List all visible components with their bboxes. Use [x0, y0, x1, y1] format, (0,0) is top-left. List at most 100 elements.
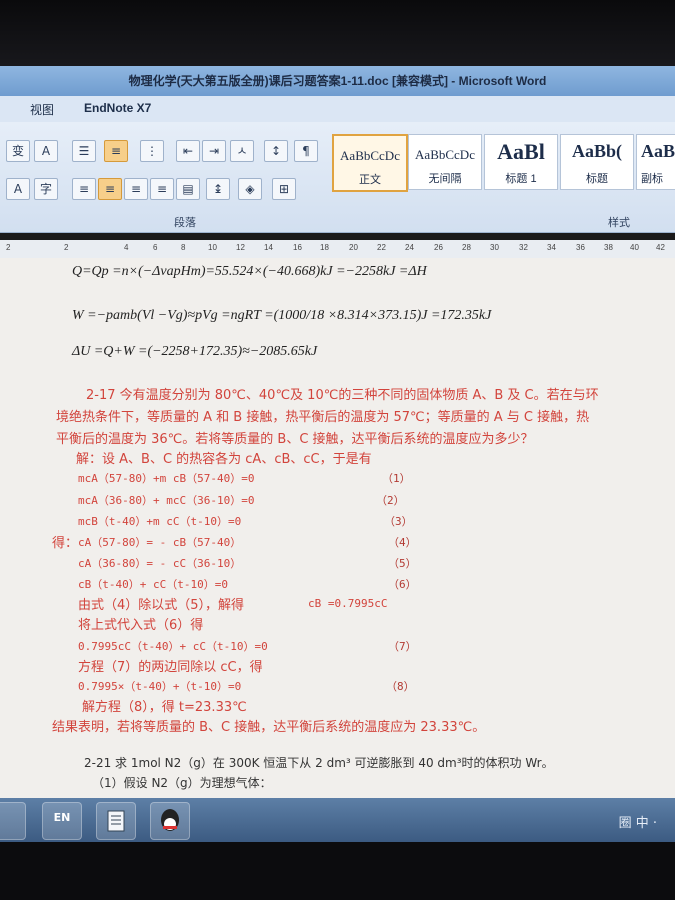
style-normal[interactable]: AaBbCcDc 正文: [332, 134, 408, 192]
styles-group-label: 样式: [608, 217, 630, 229]
ribbon: 变 A A 字 ☰ ≡ ⋮ ⇤ ⇥ ㅅ ↕ ¶ ≡ ≡ ≡ ≡ ▤ ↨ ◈ ⊞ …: [0, 122, 675, 233]
ruler-tick: 42: [656, 243, 665, 252]
distribute-icon[interactable]: ▤: [176, 178, 200, 200]
style-sample: AaBl: [497, 139, 545, 164]
ruler-tick: 4: [124, 243, 129, 252]
word-icon[interactable]: [96, 802, 136, 840]
line-spacing-icon[interactable]: ↨: [206, 178, 230, 200]
enclose-char-button[interactable]: 字: [34, 178, 58, 200]
step-divide: 由式（4）除以式（5），解得: [78, 598, 245, 613]
equation-heat: Q=Qp =n×(−ΔvapHm)=55.524×(−40.668)kJ =−2…: [72, 264, 427, 279]
style-heading-1[interactable]: AaBl 标题 1: [484, 134, 558, 190]
increase-indent-icon[interactable]: ⇥: [202, 140, 226, 162]
ruler-tick: 22: [377, 243, 386, 252]
change-case-button[interactable]: 变: [6, 140, 30, 162]
menu-view[interactable]: 视图: [30, 101, 54, 118]
align-center-icon[interactable]: ≡: [98, 178, 122, 200]
ruler-tick: 24: [405, 243, 414, 252]
monitor-bezel-top: [0, 0, 675, 66]
problem-2-17-line-1: 2-17 今有温度分别为 80℃、40℃及 10℃的三种不同的固体物质 A、B …: [86, 388, 599, 403]
style-name: 标题: [586, 173, 608, 185]
equation-number: （8）: [386, 680, 415, 693]
decrease-indent-icon[interactable]: ⇤: [176, 140, 200, 162]
equation-number: （7）: [388, 640, 417, 653]
ruler-tick: 12: [236, 243, 245, 252]
screen: 物理化学(天大第五版全册)课后习题答案1-11.doc [兼容模式] - Mic…: [0, 0, 675, 860]
char-border-button[interactable]: A: [34, 140, 58, 162]
qq-icon[interactable]: [150, 802, 190, 840]
ruler-tick: 30: [490, 243, 499, 252]
ruler-tick: 8: [181, 243, 186, 252]
sort-icon[interactable]: ↕: [264, 140, 288, 162]
style-name: 正文: [359, 174, 381, 186]
ruler-tick: 38: [604, 243, 613, 252]
chinese-layout-icon[interactable]: ㅅ: [230, 140, 254, 162]
align-left-icon[interactable]: ≡: [72, 178, 96, 200]
system-tray[interactable]: 圈 中 ·: [619, 812, 657, 831]
style-name: 副标: [641, 173, 663, 185]
style-name: 无间隔: [428, 173, 462, 185]
justify-icon[interactable]: ≡: [150, 178, 174, 200]
equation-line: cA（36-80）= - cC（36-10）: [78, 557, 242, 570]
char-shading-button[interactable]: A: [6, 178, 30, 200]
solution-intro: 解：设 A、B、C 的热容各为 cA、cB、cC，于是有: [76, 452, 372, 467]
equation-line: cA（57-80）= - cB（57-40）: [78, 536, 242, 549]
step-substitute: 将上式代入式（6）得: [78, 618, 204, 633]
equation-number: （1）: [382, 472, 411, 485]
equation-7: 0.7995cC（t-40）+ cC（t-10）=0: [78, 640, 268, 653]
equation-number: （3）: [384, 515, 413, 528]
problem-2-17-line-2: 境绝热条件下，等质量的 A 和 B 接触，热平衡后的温度为 57℃；等质量的 A…: [56, 410, 590, 425]
style-sample: AaBbCcDc: [415, 147, 475, 162]
ruler-tick: 28: [462, 243, 471, 252]
style-title[interactable]: AaBb( 标题: [560, 134, 634, 190]
style-sample: AaBb(: [571, 141, 622, 161]
ruler-tick: 16: [293, 243, 302, 252]
ruler-tick: 40: [630, 243, 639, 252]
equation-internal-energy: ΔU =Q+W =(−2258+172.35)≈−2085.65kJ: [72, 344, 318, 359]
ruler-tick: 14: [264, 243, 273, 252]
bullets-icon[interactable]: ☰: [72, 140, 96, 162]
problem-2-21-sub: （1）假设 N2（g）为理想气体：: [92, 776, 272, 790]
style-name: 标题 1: [505, 173, 537, 185]
menu-endnote[interactable]: EndNote X7: [84, 101, 151, 115]
equation-line: mcA（57-80）+m cB（57-40）=0: [78, 472, 255, 485]
ruler-tick: 2: [6, 243, 11, 252]
equation-8: 0.7995×（t-40）+（t-10）=0: [78, 680, 242, 693]
equation-number: （5）: [388, 557, 417, 570]
paragraph-group-label: 段落: [174, 217, 196, 229]
ruler-tick: 26: [434, 243, 443, 252]
menu-bar: 视图 EndNote X7: [0, 96, 675, 122]
equation-line: mcB（t-40）+m cC（t-10）=0: [78, 515, 242, 528]
style-no-spacing[interactable]: AaBbCcDc 无间隔: [408, 134, 482, 190]
problem-2-17-line-3: 平衡后的温度为 36℃。若将等质量的 B、C 接触，达平衡后系统的温度应为多少？: [56, 432, 534, 447]
ruler-tick: 20: [349, 243, 358, 252]
shading-icon[interactable]: ◈: [238, 178, 262, 200]
ruler-tick: 6: [153, 243, 158, 252]
align-right-icon[interactable]: ≡: [124, 178, 148, 200]
style-sample: AaBbCcDc: [340, 148, 400, 163]
step-divide-result: cB =0.7995cC: [308, 597, 388, 610]
style-sample: AaB: [641, 141, 675, 161]
numbering-icon[interactable]: ≡: [104, 140, 128, 162]
problem-2-21: 2-21 求 1mol N2（g）在 300K 恒温下从 2 dm³ 可逆膨胀到…: [84, 756, 554, 770]
borders-icon[interactable]: ⊞: [272, 178, 296, 200]
start-button[interactable]: [0, 802, 26, 840]
ruler-tick: 10: [208, 243, 217, 252]
ruler-tick: 18: [320, 243, 329, 252]
document-page[interactable]: Q=Qp =n×(−ΔvapHm)=55.524×(−40.668)kJ =−2…: [0, 258, 675, 798]
ruler-tick: 36: [576, 243, 585, 252]
language-indicator[interactable]: EN: [42, 802, 82, 840]
equation-line: cB（t-40）+ cC（t-10）=0: [78, 578, 228, 591]
window-title: 物理化学(天大第五版全册)课后习题答案1-11.doc [兼容模式] - Mic…: [0, 66, 675, 96]
de-label: 得：: [52, 536, 79, 551]
ruler-tick: 2: [64, 243, 69, 252]
step-solve: 解方程（8），得 t=23.33℃: [82, 700, 247, 715]
style-subtitle[interactable]: AaB 副标: [636, 134, 675, 190]
equation-number: （2）: [376, 494, 405, 507]
monitor-bezel-bottom: [0, 842, 675, 900]
equation-number: （4）: [388, 536, 417, 549]
multilevel-list-icon[interactable]: ⋮: [140, 140, 164, 162]
show-marks-icon[interactable]: ¶: [294, 140, 318, 162]
ruler-tick: 32: [519, 243, 528, 252]
horizontal-ruler[interactable]: 2 2 4 6 8 10 12 14 16 18 20 22 24 26 28 …: [0, 240, 675, 259]
